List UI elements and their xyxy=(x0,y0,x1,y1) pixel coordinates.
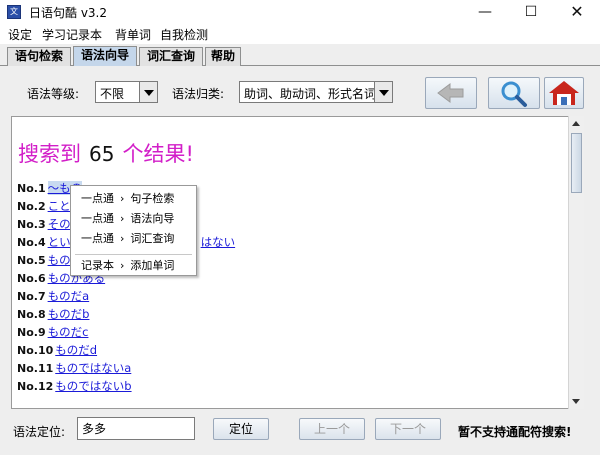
tab-sentence-search[interactable]: 语句检索 xyxy=(7,47,71,66)
grammar-link[interactable]: ものだa xyxy=(48,289,90,303)
result-summary: 搜索到 65 个结果! xyxy=(18,138,194,168)
chevron-down-icon[interactable] xyxy=(139,82,157,102)
list-item: No.10 ものだd xyxy=(17,343,98,357)
results-scrollbar[interactable] xyxy=(568,116,584,409)
level-select-value: 不限 xyxy=(100,87,125,101)
search-button[interactable] xyxy=(488,77,540,109)
menu-settings[interactable]: 设定 xyxy=(8,26,32,43)
category-select-value: 助词、助动词、形式名词 xyxy=(244,87,377,101)
grammar-link[interactable]: ものだc xyxy=(48,325,89,339)
level-label: 语法等级: xyxy=(27,87,80,101)
wildcard-note: 暂不支持通配符搜索! xyxy=(458,425,572,439)
ctx-item-vocab-lookup[interactable]: 一点通 › 词汇查询 xyxy=(71,230,196,248)
summary-prefix: 搜索到 xyxy=(18,142,81,166)
app-icon: 文 xyxy=(7,5,21,19)
list-item: No.9 ものだc xyxy=(17,325,89,339)
tab-help[interactable]: 帮助 xyxy=(205,47,241,66)
chevron-right-icon: › xyxy=(120,212,125,225)
window-title: 日语句酷 v3.2 xyxy=(29,6,108,20)
list-item: No.8 ものだb xyxy=(17,307,90,321)
menu-study-notebook[interactable]: 学习记录本 xyxy=(42,26,102,43)
grammar-link[interactable]: ものではないb xyxy=(55,379,131,393)
home-icon xyxy=(549,81,579,105)
back-button[interactable] xyxy=(425,77,477,109)
grammar-link-tail[interactable]: はない xyxy=(201,235,236,249)
result-count: 65 xyxy=(89,142,115,166)
list-item: No.11 ものではないa xyxy=(17,361,132,375)
maximize-button[interactable]: ☐ xyxy=(508,0,554,24)
tab-bar: 语句检索 语法向导 词汇查询 帮助 xyxy=(0,44,600,67)
chevron-right-icon: › xyxy=(120,232,125,245)
left-arrow-icon xyxy=(437,83,464,103)
chevron-right-icon: › xyxy=(120,192,125,205)
chevron-right-icon: › xyxy=(120,259,125,272)
grammar-link[interactable]: こと xyxy=(48,199,71,213)
scroll-down-icon[interactable] xyxy=(572,399,580,404)
locate-button[interactable]: 定位 xyxy=(213,418,269,440)
tab-grammar-guide[interactable]: 语法向导 xyxy=(73,46,137,67)
menu-bar: 设定 学习记录本 背单词 自我检测 xyxy=(0,24,600,44)
category-select[interactable]: 助词、助动词、形式名词 xyxy=(239,81,393,103)
menu-vocabulary[interactable]: 背单词 xyxy=(115,26,151,43)
list-item: No.7 ものだa xyxy=(17,289,90,303)
locate-label: 语法定位: xyxy=(13,425,66,439)
scroll-up-icon[interactable] xyxy=(572,121,580,126)
list-item: No.5 もの xyxy=(17,253,71,267)
magnifier-icon xyxy=(501,81,527,107)
grammar-link[interactable]: とい xyxy=(48,235,71,249)
home-button[interactable] xyxy=(544,77,584,109)
close-button[interactable]: ✕ xyxy=(554,0,600,24)
chevron-down-icon[interactable] xyxy=(374,82,392,102)
context-menu: 一点通 › 句子检索 一点通 › 语法向导 一点通 › 词汇查询 记录本 › 添加单词 xyxy=(70,185,197,276)
locate-input[interactable] xyxy=(77,417,195,440)
scroll-thumb[interactable] xyxy=(571,133,582,193)
grammar-link[interactable]: もの xyxy=(48,253,71,267)
list-item: No.12 ものではないb xyxy=(17,379,132,393)
grammar-link[interactable]: ものだd xyxy=(55,343,97,357)
title-bar[interactable]: 文 日语句酷 v3.2 — ☐ ✕ xyxy=(0,0,600,24)
ctx-item-sentence-search[interactable]: 一点通 › 句子检索 xyxy=(71,190,196,208)
ctx-item-add-word[interactable]: 记录本 › 添加单词 xyxy=(71,257,196,275)
grammar-link[interactable]: ものではないa xyxy=(55,361,131,375)
ctx-item-grammar-guide[interactable]: 一点通 › 语法向导 xyxy=(71,210,196,228)
menu-self-test[interactable]: 自我检测 xyxy=(160,26,208,43)
summary-suffix: 个结果! xyxy=(122,142,194,166)
tab-vocab-lookup[interactable]: 词汇查询 xyxy=(139,47,203,66)
level-select[interactable]: 不限 xyxy=(95,81,158,103)
list-item: No.3 その xyxy=(17,217,71,231)
grammar-link[interactable]: ものだb xyxy=(48,307,90,321)
category-label: 语法归类: xyxy=(172,87,225,101)
minimize-button[interactable]: — xyxy=(462,0,508,24)
list-item: No.2 こと xyxy=(17,199,71,213)
prev-button[interactable]: 上一个 xyxy=(299,418,365,440)
next-button[interactable]: 下一个 xyxy=(375,418,441,440)
grammar-link[interactable]: その xyxy=(48,217,71,231)
menu-separator xyxy=(75,254,192,255)
